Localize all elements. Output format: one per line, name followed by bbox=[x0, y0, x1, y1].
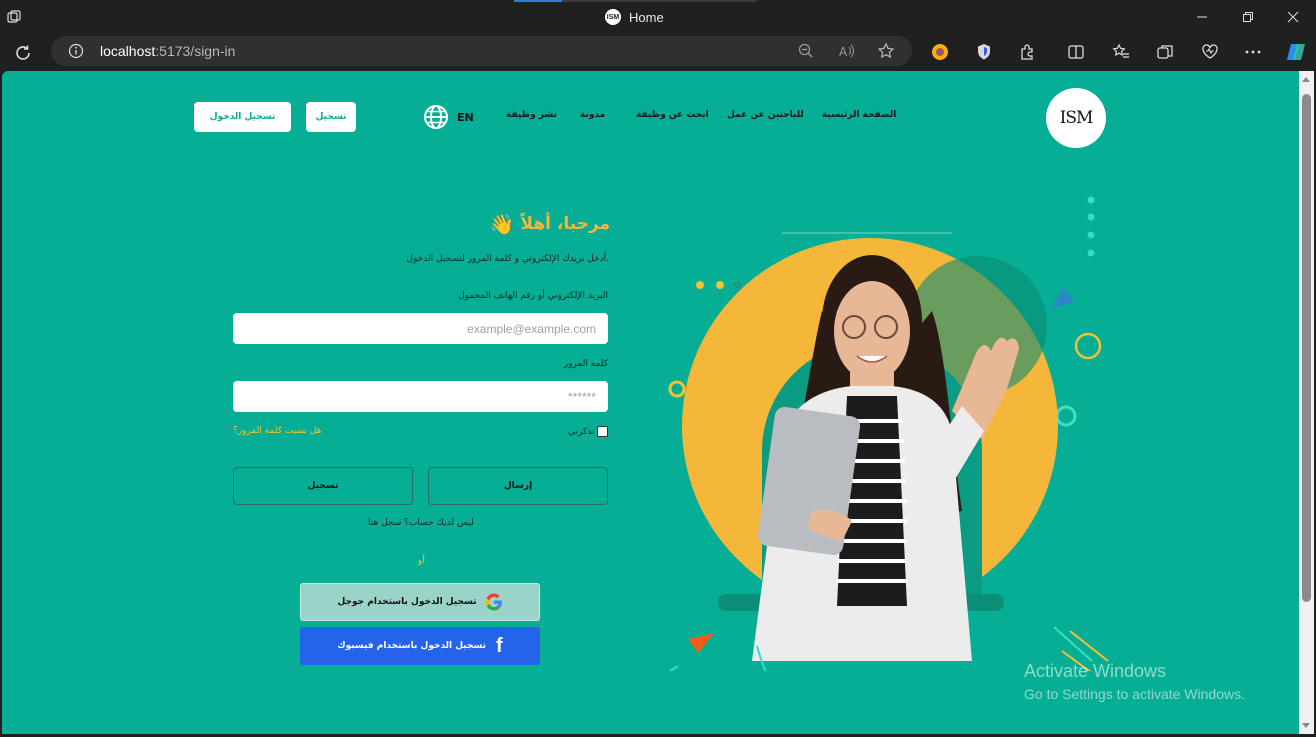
svg-text:A: A bbox=[839, 45, 848, 59]
welcome-text: مرحبا، أهلاً bbox=[520, 214, 610, 234]
nav-home[interactable]: الصفحة الرئيسية bbox=[822, 110, 896, 120]
page-viewport: ISM الصفحة الرئيسية للباحثين عن عمل ابحث… bbox=[2, 71, 1299, 734]
email-field[interactable] bbox=[233, 313, 608, 344]
favorite-star-icon[interactable] bbox=[877, 42, 895, 60]
activate-windows-subtitle: Go to Settings to activate Windows. bbox=[1024, 686, 1245, 702]
zoom-out-icon[interactable] bbox=[797, 42, 815, 60]
ring-decor-teal bbox=[1055, 405, 1077, 427]
dots-decoration bbox=[1087, 196, 1095, 257]
profile-extension-icon[interactable] bbox=[930, 42, 950, 62]
header-login-button[interactable]: تسجيل الدخول bbox=[194, 102, 291, 132]
site-info-icon[interactable] bbox=[68, 43, 84, 59]
tab-title-text: Home bbox=[629, 9, 664, 25]
extensions-puzzle-icon[interactable] bbox=[1018, 42, 1038, 62]
nav-blog[interactable]: مدونة bbox=[580, 110, 605, 120]
google-icon bbox=[485, 593, 502, 611]
reload-icon[interactable] bbox=[12, 42, 34, 64]
browser-title-bar: ISM Home bbox=[0, 0, 1316, 33]
more-menu-icon[interactable] bbox=[1243, 42, 1263, 62]
password-field[interactable] bbox=[233, 381, 608, 412]
google-login-label: تسجيل الدخول باستخدام جوجل bbox=[337, 597, 477, 607]
ring-decor-yellow bbox=[1074, 332, 1102, 360]
url-host: localhost bbox=[100, 43, 156, 59]
nav-job-seekers[interactable]: للباحثين عن عمل bbox=[727, 110, 804, 120]
orange-triangle-decor bbox=[688, 633, 714, 653]
header-register-button[interactable]: تسجيل bbox=[306, 102, 356, 132]
register-here-link[interactable]: ليس لديك حساب؟ سجل هنا bbox=[368, 518, 474, 528]
active-tab[interactable]: ISM Home bbox=[605, 7, 664, 27]
globe-icon bbox=[424, 105, 448, 129]
remember-me-label: تذكرني bbox=[568, 426, 595, 437]
scrollbar-thumb[interactable] bbox=[1302, 94, 1311, 602]
register-button[interactable]: تسجيل bbox=[233, 467, 413, 505]
forgot-password-link[interactable]: هل نسيت كلمة المرور؟ bbox=[233, 426, 321, 436]
remember-me[interactable]: تذكرني bbox=[568, 426, 608, 437]
language-switcher[interactable]: EN bbox=[423, 104, 474, 130]
url-text[interactable]: localhost:5173/sign-in bbox=[100, 43, 235, 59]
facebook-login-label: تسجيل الدخول باستخدام فيسبوك bbox=[337, 641, 486, 651]
facebook-icon: f bbox=[496, 634, 503, 657]
workspaces-icon[interactable] bbox=[6, 9, 22, 25]
remember-me-checkbox[interactable] bbox=[596, 426, 608, 437]
email-label: البريد الإلكتروني أو رقم الهاتف المحمول bbox=[458, 291, 608, 301]
scroll-up-arrow-icon[interactable] bbox=[1302, 77, 1310, 82]
submit-button[interactable]: إرسال bbox=[428, 467, 608, 505]
activate-windows-title: Activate Windows bbox=[1024, 661, 1167, 681]
hero-illustration bbox=[668, 196, 1109, 671]
facebook-login-button[interactable]: تسجيل الدخول باستخدام فيسبوك f bbox=[300, 627, 540, 665]
form-subtitle: أدخل بريدك الإلكتروني و كلمة المرور لتسج… bbox=[406, 254, 609, 264]
nav-find-job[interactable]: ابحث عن وظيفة bbox=[636, 110, 709, 120]
minimize-button[interactable] bbox=[1179, 4, 1225, 30]
read-aloud-icon[interactable]: A bbox=[838, 42, 856, 60]
collections-icon[interactable] bbox=[1155, 42, 1175, 62]
google-login-button[interactable]: تسجيل الدخول باستخدام جوجل bbox=[300, 583, 540, 621]
restore-button[interactable] bbox=[1225, 4, 1271, 30]
site-logo[interactable]: ISM bbox=[1046, 88, 1106, 148]
blue-triangle-decor bbox=[1052, 287, 1074, 307]
close-window-button[interactable] bbox=[1270, 4, 1316, 30]
copilot-icon[interactable] bbox=[1284, 40, 1308, 64]
waving-hand-icon: 👋 bbox=[489, 212, 515, 236]
scroll-down-arrow-icon[interactable] bbox=[1302, 723, 1310, 728]
nav-post-job[interactable]: نشر وظيفة bbox=[506, 110, 557, 120]
password-label: كلمه المرور bbox=[563, 359, 608, 369]
site-favicon-icon: ISM bbox=[605, 9, 621, 25]
yellow-dots-decoration bbox=[696, 281, 742, 289]
or-divider: أو bbox=[418, 556, 425, 566]
ring-decor-left bbox=[668, 380, 686, 398]
tab-strip bbox=[514, 0, 756, 2]
browser-toolbar: localhost:5173/sign-in A bbox=[0, 33, 1316, 71]
address-bar[interactable]: localhost:5173/sign-in A bbox=[51, 36, 912, 66]
split-screen-icon[interactable] bbox=[1066, 42, 1086, 62]
welcome-heading: 👋 مرحبا، أهلاً bbox=[490, 209, 610, 239]
browser-essentials-icon[interactable] bbox=[1200, 42, 1220, 62]
url-path: :5173/sign-in bbox=[155, 43, 236, 59]
favorites-list-icon[interactable] bbox=[1111, 42, 1131, 62]
language-label: EN bbox=[457, 110, 474, 124]
shield-extension-icon[interactable] bbox=[974, 42, 994, 62]
page-scrollbar[interactable] bbox=[1299, 71, 1314, 734]
